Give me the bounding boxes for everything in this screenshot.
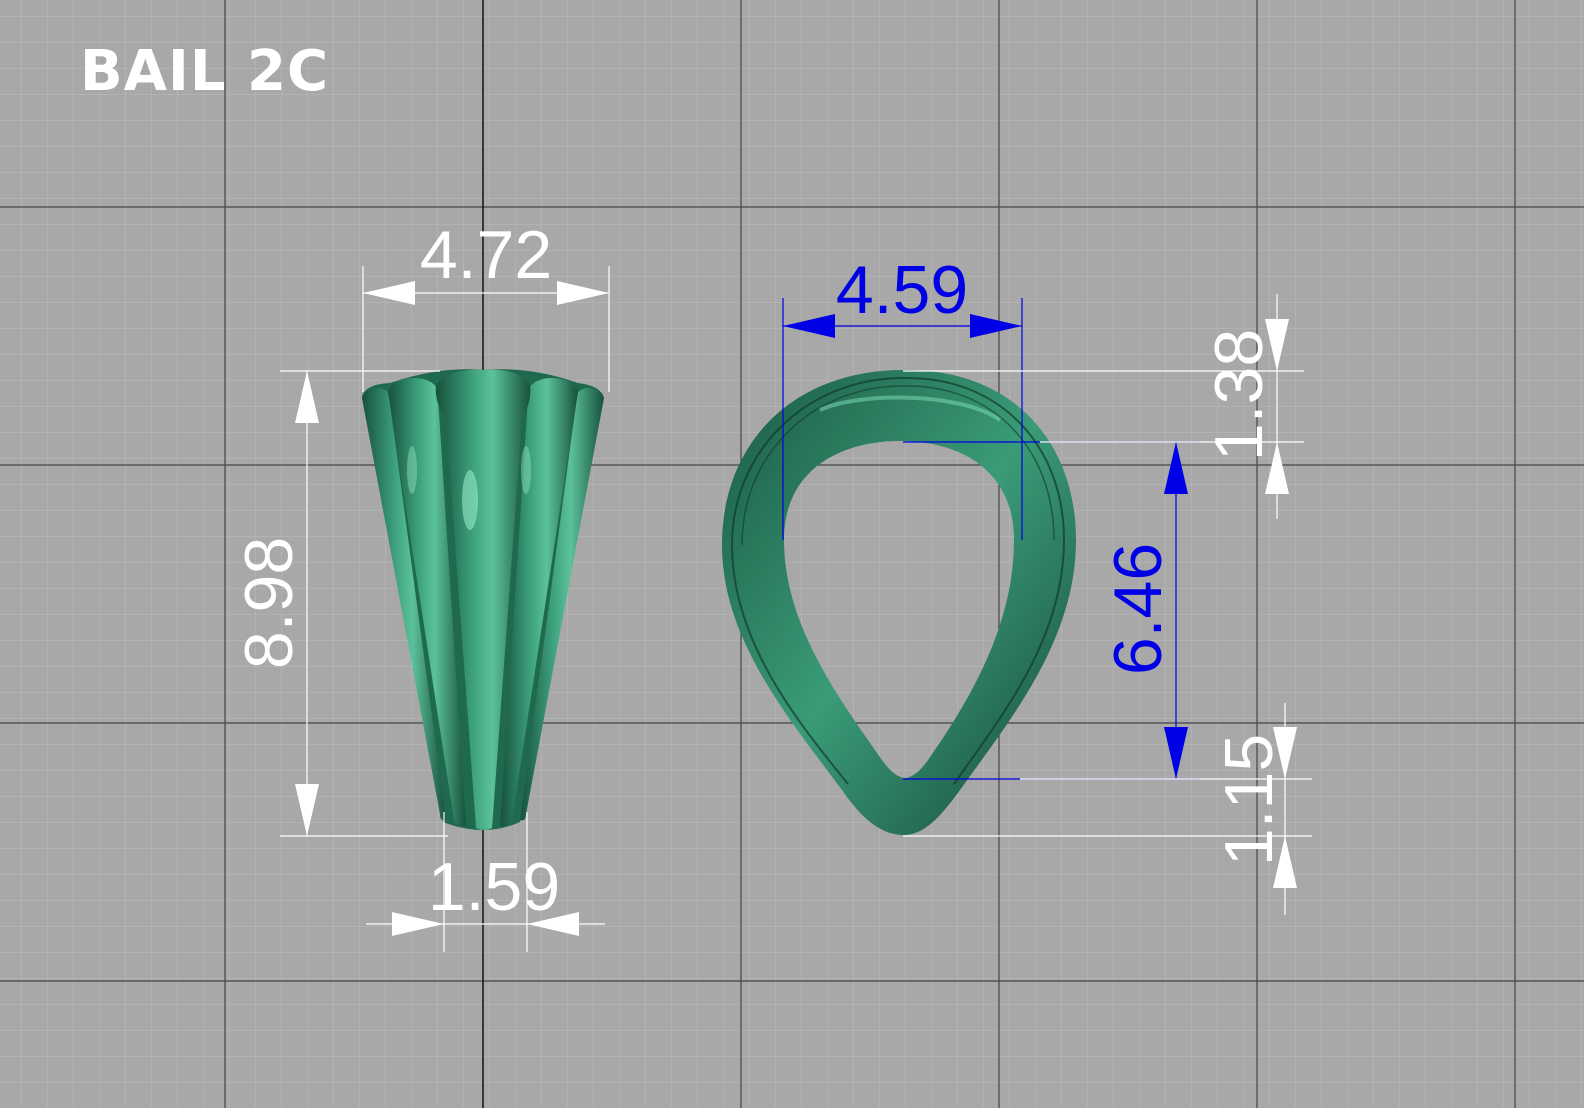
page-title: BAIL 2C [80,39,330,104]
dim-label-bottom-width: 1.59 [428,849,560,925]
dim-label-top-thickness: 1.38 [1201,329,1277,461]
dim-label-top-width: 4.72 [420,217,552,293]
dim-label-inner-width: 4.59 [836,252,968,328]
cad-viewport: 4.72 8.98 1.59 4.59 6.46 1.38 1.15 [0,0,1584,1108]
dim-label-height: 8.98 [231,537,307,669]
dim-label-inner-height: 6.46 [1100,543,1176,675]
dim-label-bottom-thickness: 1.15 [1211,734,1287,866]
